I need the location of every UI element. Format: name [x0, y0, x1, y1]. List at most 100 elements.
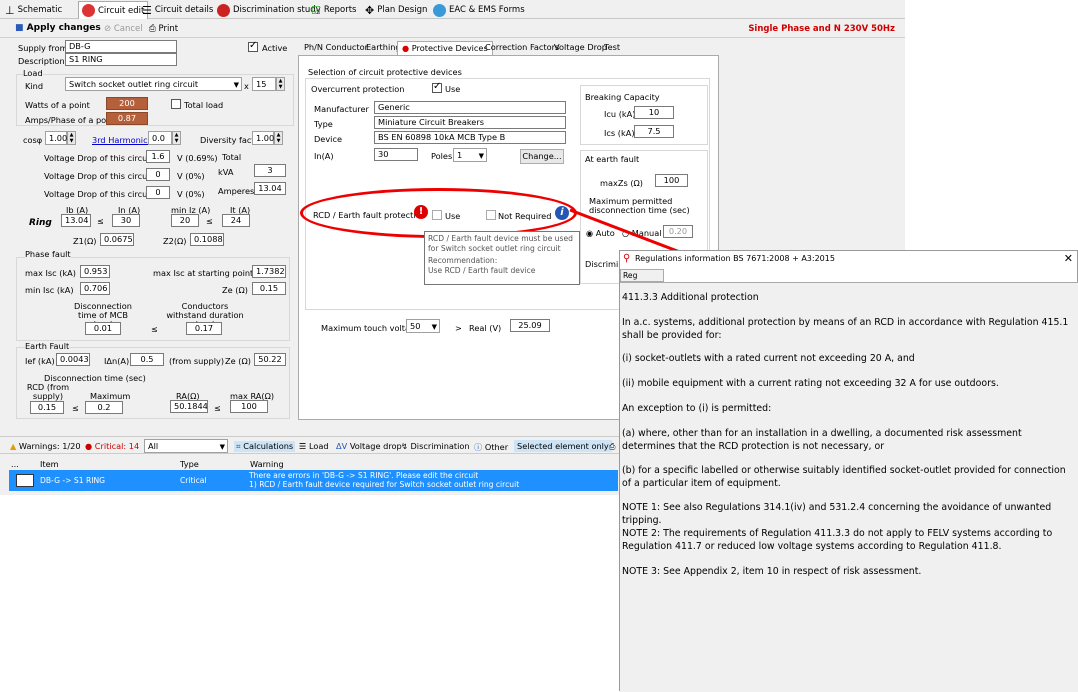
ib-field: 13.04: [61, 214, 91, 227]
col-item: Item: [40, 459, 59, 469]
kind-dropdown[interactable]: Switch socket outlet ring circuit ▼: [65, 77, 242, 91]
other-filter[interactable]: ⓘ Other: [474, 441, 508, 453]
x-label: x: [244, 81, 249, 91]
change-button[interactable]: Change...: [520, 149, 564, 164]
tab-plan-design[interactable]: ✥ Plan Design: [362, 1, 430, 19]
supply-from-field[interactable]: DB-G: [65, 40, 177, 53]
cos-stepper[interactable]: ▲ ▼: [67, 131, 76, 145]
reg-para-5: An exception to (i) is permitted:: [622, 403, 772, 414]
selection-title: Selection of circuit protective devices: [308, 67, 462, 77]
voltage-drop-filter[interactable]: ΔV Voltage drop: [336, 441, 402, 451]
vd-l1-pct: V (0.69%): [177, 153, 218, 163]
total-load-checkbox[interactable]: [171, 99, 181, 109]
device-field: BS EN 60898 10kA MCB Type B: [374, 131, 566, 144]
chevron-down-icon: ▼: [233, 81, 239, 89]
circuit-edit-icon: [82, 4, 95, 17]
print-button[interactable]: ⎙ Print: [149, 24, 178, 34]
tooltip-line1: RCD / Earth fault device must be used fo…: [428, 234, 573, 253]
warnings-filter-dropdown[interactable]: All ▼: [144, 439, 228, 453]
touch-voltage-dropdown[interactable]: 50 ▼: [406, 319, 440, 333]
tab-circuit-details[interactable]: ☰ Circuit details: [139, 1, 216, 19]
minisc-field: 0.706: [80, 282, 110, 295]
quantity-stepper[interactable]: ▲ ▼: [276, 77, 285, 91]
harmonic-stepper[interactable]: ▲ ▼: [172, 131, 181, 145]
discrimination-filter-icon: ↯: [401, 441, 408, 451]
cancel-button[interactable]: ⊘ Cancel: [104, 24, 143, 34]
minisc-label: min Isc (kA): [25, 285, 74, 295]
reg-para-6: (a) where, other than for an installatio…: [622, 428, 1022, 452]
idn-label: IΔn(A): [104, 356, 130, 366]
maximum-field: 0.2: [85, 401, 123, 414]
maxisc-field: 0.953: [80, 265, 110, 278]
reg-para-2: In a.c. systems, additional protection b…: [622, 317, 1069, 341]
active-checkbox[interactable]: [248, 40, 258, 52]
z1-field: 0.0675: [100, 233, 134, 246]
poles-dropdown[interactable]: 1 ▼: [453, 148, 487, 162]
other-icon: ⓘ: [474, 442, 483, 452]
selected-only-toggle[interactable]: Selected element only: [514, 440, 612, 452]
save-icon: ■: [15, 23, 24, 33]
description-label: Description: [18, 56, 65, 66]
reg-tab[interactable]: Reg 411.3.3: [620, 269, 664, 291]
overcurrent-use-checkbox[interactable]: [432, 81, 442, 93]
cos-field[interactable]: 1.00: [45, 131, 67, 145]
maximum-label: Maximum: [90, 391, 131, 401]
apply-changes-button[interactable]: ■ Apply changes: [15, 23, 101, 33]
tooltip-line3: Use RCD / Earth fault device: [428, 266, 536, 275]
phase-fault-title: Phase fault: [25, 249, 71, 259]
watts-field[interactable]: 200: [106, 97, 148, 110]
regulations-titlebar: ⚲ Regulations information BS 7671:2008 +…: [620, 251, 1077, 268]
harmonic-field[interactable]: 0.0: [148, 131, 172, 145]
warning-row[interactable]: DB-G -> S1 RING Critical There are error…: [9, 470, 618, 491]
ra-field: 50.1844: [170, 400, 208, 413]
quantity-field[interactable]: 15: [252, 77, 276, 91]
reports-icon: ☑: [311, 3, 321, 17]
rcd-le: ≤: [72, 403, 79, 413]
regulations-window: ⚲ Regulations information BS 7671:2008 +…: [619, 250, 1078, 692]
vd-l1-field: 1.6: [146, 150, 170, 163]
maxisc-label: max Isc (kA): [25, 268, 76, 278]
load-icon: ☰: [299, 441, 307, 451]
ics-label: Ics (kA): [604, 128, 635, 138]
rcd-label: RCD (from supply): [26, 382, 70, 401]
watts-label: Watts of a point: [25, 100, 90, 110]
forms-icon: [433, 3, 446, 17]
reg-para-1: 411.3.3 Additional protection: [622, 292, 759, 303]
print-warnings-icon[interactable]: ⎙: [609, 441, 616, 452]
tab-reports[interactable]: ☑ Reports: [308, 1, 359, 19]
it-field: 24: [222, 214, 250, 227]
tab-eac-ems-forms[interactable]: EAC & EMS Forms: [430, 1, 528, 19]
warnings-count[interactable]: ▲ Warnings: 1/20: [10, 441, 81, 451]
description-field[interactable]: S1 RING: [65, 53, 177, 66]
discrimination-filter[interactable]: ↯ Discrimination: [401, 441, 470, 451]
calculations-filter[interactable]: ⌗ Calculations: [234, 441, 296, 452]
ze-field: 0.15: [252, 282, 286, 295]
overcurrent-use-label: Use: [445, 84, 461, 94]
load-filter[interactable]: ☰ Load: [299, 441, 329, 451]
idn-field: 0.5: [130, 353, 164, 366]
voltage-drop-icon: ΔV: [336, 441, 348, 451]
total-load-label: Total load: [184, 100, 224, 110]
maxzs-field: 100: [655, 174, 688, 187]
schematic-icon: ⊥: [5, 3, 15, 17]
critical-count[interactable]: ● Critical: 14: [85, 441, 139, 451]
tab-test[interactable]: Test: [600, 41, 624, 55]
tab-circuit-edit[interactable]: Circuit edit: [78, 1, 149, 19]
tab-schematic[interactable]: ⊥ Schematic: [2, 1, 65, 19]
diversity-stepper[interactable]: ▲ ▼: [274, 131, 283, 145]
load-title: Load: [23, 68, 43, 78]
plan-design-icon: ✥: [365, 3, 375, 17]
maxzs-label: maxZs (Ω): [600, 178, 643, 188]
close-icon[interactable]: ✕: [1064, 252, 1073, 265]
row-warning-2: 1) RCD / Earth fault device required for…: [249, 480, 520, 489]
conductors-withstand-field: 0.17: [186, 322, 222, 335]
chevron-down-icon: ▼: [431, 323, 437, 331]
diversity-field[interactable]: 1.00: [252, 131, 274, 145]
miniz-it-le: ≤: [206, 216, 213, 226]
print-icon: ⎙: [149, 24, 156, 34]
real-voltage-label: Real (V): [469, 323, 502, 333]
vd-l3-pct: V (0%): [177, 189, 205, 199]
from-supply-label: (from supply): [169, 356, 225, 366]
tab-protective-devices[interactable]: ● Protective Devices: [397, 41, 493, 55]
critical-icon: ●: [85, 441, 93, 451]
